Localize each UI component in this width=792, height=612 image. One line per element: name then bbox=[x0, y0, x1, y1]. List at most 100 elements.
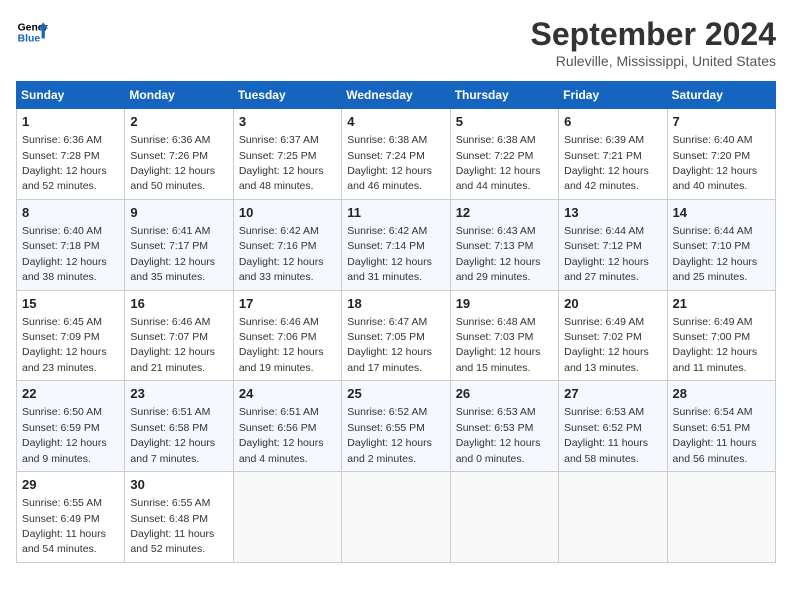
calendar-cell bbox=[667, 472, 775, 563]
day-number: 6 bbox=[564, 113, 661, 131]
calendar-cell: 10 Sunrise: 6:42 AM Sunset: 7:16 PM Dayli… bbox=[233, 199, 341, 290]
calendar-cell: 16 Sunrise: 6:46 AM Sunset: 7:07 PM Dayli… bbox=[125, 290, 233, 381]
weekday-header-thursday: Thursday bbox=[450, 82, 558, 109]
day-number: 22 bbox=[22, 385, 119, 403]
weekday-header-saturday: Saturday bbox=[667, 82, 775, 109]
calendar-body: 1 Sunrise: 6:36 AM Sunset: 7:28 PM Daylig… bbox=[17, 109, 776, 563]
calendar-cell: 14 Sunrise: 6:44 AM Sunset: 7:10 PM Dayli… bbox=[667, 199, 775, 290]
day-info: Sunrise: 6:42 AM Sunset: 7:16 PM Dayligh… bbox=[239, 225, 324, 283]
day-info: Sunrise: 6:41 AM Sunset: 7:17 PM Dayligh… bbox=[130, 225, 215, 283]
day-number: 10 bbox=[239, 204, 336, 222]
day-number: 18 bbox=[347, 295, 444, 313]
day-info: Sunrise: 6:43 AM Sunset: 7:13 PM Dayligh… bbox=[456, 225, 541, 283]
calendar-cell: 5 Sunrise: 6:38 AM Sunset: 7:22 PM Daylig… bbox=[450, 109, 558, 200]
day-number: 14 bbox=[673, 204, 770, 222]
day-info: Sunrise: 6:53 AM Sunset: 6:52 PM Dayligh… bbox=[564, 406, 648, 464]
calendar-cell: 19 Sunrise: 6:48 AM Sunset: 7:03 PM Dayli… bbox=[450, 290, 558, 381]
calendar-cell: 28Sunrise: 6:54 AM Sunset: 6:51 PM Dayli… bbox=[667, 381, 775, 472]
day-info: Sunrise: 6:44 AM Sunset: 7:10 PM Dayligh… bbox=[673, 225, 758, 283]
title-block: September 2024 Ruleville, Mississippi, U… bbox=[531, 16, 776, 69]
weekday-header-wednesday: Wednesday bbox=[342, 82, 450, 109]
calendar-cell: 7Sunrise: 6:40 AM Sunset: 7:20 PM Daylig… bbox=[667, 109, 775, 200]
day-number: 9 bbox=[130, 204, 227, 222]
calendar-week-2: 8 Sunrise: 6:40 AM Sunset: 7:18 PM Daylig… bbox=[17, 199, 776, 290]
day-number: 8 bbox=[22, 204, 119, 222]
calendar-cell: 11 Sunrise: 6:42 AM Sunset: 7:14 PM Dayli… bbox=[342, 199, 450, 290]
day-info: Sunrise: 6:38 AM Sunset: 7:22 PM Dayligh… bbox=[456, 134, 541, 192]
page-header: General Blue September 2024 Ruleville, M… bbox=[16, 16, 776, 69]
calendar-cell: 1 Sunrise: 6:36 AM Sunset: 7:28 PM Daylig… bbox=[17, 109, 125, 200]
day-info: Sunrise: 6:39 AM Sunset: 7:21 PM Dayligh… bbox=[564, 134, 649, 192]
day-info: Sunrise: 6:50 AM Sunset: 6:59 PM Dayligh… bbox=[22, 406, 107, 464]
day-info: Sunrise: 6:49 AM Sunset: 7:00 PM Dayligh… bbox=[673, 316, 758, 374]
day-number: 19 bbox=[456, 295, 553, 313]
calendar-cell: 8 Sunrise: 6:40 AM Sunset: 7:18 PM Daylig… bbox=[17, 199, 125, 290]
day-number: 3 bbox=[239, 113, 336, 131]
day-info: Sunrise: 6:46 AM Sunset: 7:06 PM Dayligh… bbox=[239, 316, 324, 374]
day-info: Sunrise: 6:55 AM Sunset: 6:48 PM Dayligh… bbox=[130, 497, 214, 555]
calendar-cell: 24Sunrise: 6:51 AM Sunset: 6:56 PM Dayli… bbox=[233, 381, 341, 472]
day-number: 12 bbox=[456, 204, 553, 222]
day-info: Sunrise: 6:49 AM Sunset: 7:02 PM Dayligh… bbox=[564, 316, 649, 374]
calendar-cell bbox=[559, 472, 667, 563]
day-info: Sunrise: 6:40 AM Sunset: 7:18 PM Dayligh… bbox=[22, 225, 107, 283]
day-info: Sunrise: 6:36 AM Sunset: 7:28 PM Dayligh… bbox=[22, 134, 107, 192]
weekday-header-row: SundayMondayTuesdayWednesdayThursdayFrid… bbox=[17, 82, 776, 109]
day-info: Sunrise: 6:51 AM Sunset: 6:58 PM Dayligh… bbox=[130, 406, 215, 464]
calendar-week-3: 15 Sunrise: 6:45 AM Sunset: 7:09 PM Dayli… bbox=[17, 290, 776, 381]
calendar-cell: 29 Sunrise: 6:55 AM Sunset: 6:49 PM Dayli… bbox=[17, 472, 125, 563]
day-number: 23 bbox=[130, 385, 227, 403]
day-number: 13 bbox=[564, 204, 661, 222]
day-number: 2 bbox=[130, 113, 227, 131]
calendar-cell: 18Sunrise: 6:47 AM Sunset: 7:05 PM Dayli… bbox=[342, 290, 450, 381]
location: Ruleville, Mississippi, United States bbox=[531, 53, 776, 69]
logo: General Blue bbox=[16, 16, 48, 48]
day-number: 15 bbox=[22, 295, 119, 313]
day-number: 30 bbox=[130, 476, 227, 494]
day-number: 28 bbox=[673, 385, 770, 403]
calendar-week-1: 1 Sunrise: 6:36 AM Sunset: 7:28 PM Daylig… bbox=[17, 109, 776, 200]
day-info: Sunrise: 6:37 AM Sunset: 7:25 PM Dayligh… bbox=[239, 134, 324, 192]
day-info: Sunrise: 6:40 AM Sunset: 7:20 PM Dayligh… bbox=[673, 134, 758, 192]
day-info: Sunrise: 6:52 AM Sunset: 6:55 PM Dayligh… bbox=[347, 406, 432, 464]
calendar-cell: 21 Sunrise: 6:49 AM Sunset: 7:00 PM Dayli… bbox=[667, 290, 775, 381]
calendar-cell bbox=[233, 472, 341, 563]
month-title: September 2024 bbox=[531, 16, 776, 53]
day-number: 16 bbox=[130, 295, 227, 313]
day-info: Sunrise: 6:48 AM Sunset: 7:03 PM Dayligh… bbox=[456, 316, 541, 374]
day-number: 1 bbox=[22, 113, 119, 131]
day-number: 24 bbox=[239, 385, 336, 403]
calendar-cell: 30 Sunrise: 6:55 AM Sunset: 6:48 PM Dayli… bbox=[125, 472, 233, 563]
weekday-header-monday: Monday bbox=[125, 82, 233, 109]
day-info: Sunrise: 6:44 AM Sunset: 7:12 PM Dayligh… bbox=[564, 225, 649, 283]
weekday-header-friday: Friday bbox=[559, 82, 667, 109]
weekday-header-sunday: Sunday bbox=[17, 82, 125, 109]
day-number: 5 bbox=[456, 113, 553, 131]
calendar-cell: 6 Sunrise: 6:39 AM Sunset: 7:21 PM Daylig… bbox=[559, 109, 667, 200]
svg-text:Blue: Blue bbox=[18, 34, 41, 45]
calendar-cell: 22 Sunrise: 6:50 AM Sunset: 6:59 PM Dayli… bbox=[17, 381, 125, 472]
logo-icon: General Blue bbox=[16, 16, 48, 48]
day-info: Sunrise: 6:36 AM Sunset: 7:26 PM Dayligh… bbox=[130, 134, 215, 192]
day-info: Sunrise: 6:38 AM Sunset: 7:24 PM Dayligh… bbox=[347, 134, 432, 192]
calendar-cell: 25Sunrise: 6:52 AM Sunset: 6:55 PM Dayli… bbox=[342, 381, 450, 472]
day-info: Sunrise: 6:45 AM Sunset: 7:09 PM Dayligh… bbox=[22, 316, 107, 374]
calendar-cell: 12 Sunrise: 6:43 AM Sunset: 7:13 PM Dayli… bbox=[450, 199, 558, 290]
calendar-cell: 20 Sunrise: 6:49 AM Sunset: 7:02 PM Dayli… bbox=[559, 290, 667, 381]
day-number: 11 bbox=[347, 204, 444, 222]
calendar-cell bbox=[342, 472, 450, 563]
day-number: 4 bbox=[347, 113, 444, 131]
calendar-cell: 17 Sunrise: 6:46 AM Sunset: 7:06 PM Dayli… bbox=[233, 290, 341, 381]
calendar-cell: 3 Sunrise: 6:37 AM Sunset: 7:25 PM Daylig… bbox=[233, 109, 341, 200]
day-number: 17 bbox=[239, 295, 336, 313]
day-number: 20 bbox=[564, 295, 661, 313]
calendar-cell: 13 Sunrise: 6:44 AM Sunset: 7:12 PM Dayli… bbox=[559, 199, 667, 290]
calendar-cell: 9 Sunrise: 6:41 AM Sunset: 7:17 PM Daylig… bbox=[125, 199, 233, 290]
day-number: 29 bbox=[22, 476, 119, 494]
day-info: Sunrise: 6:55 AM Sunset: 6:49 PM Dayligh… bbox=[22, 497, 106, 555]
day-info: Sunrise: 6:53 AM Sunset: 6:53 PM Dayligh… bbox=[456, 406, 541, 464]
day-info: Sunrise: 6:42 AM Sunset: 7:14 PM Dayligh… bbox=[347, 225, 432, 283]
day-number: 21 bbox=[673, 295, 770, 313]
calendar-cell bbox=[450, 472, 558, 563]
day-info: Sunrise: 6:46 AM Sunset: 7:07 PM Dayligh… bbox=[130, 316, 215, 374]
